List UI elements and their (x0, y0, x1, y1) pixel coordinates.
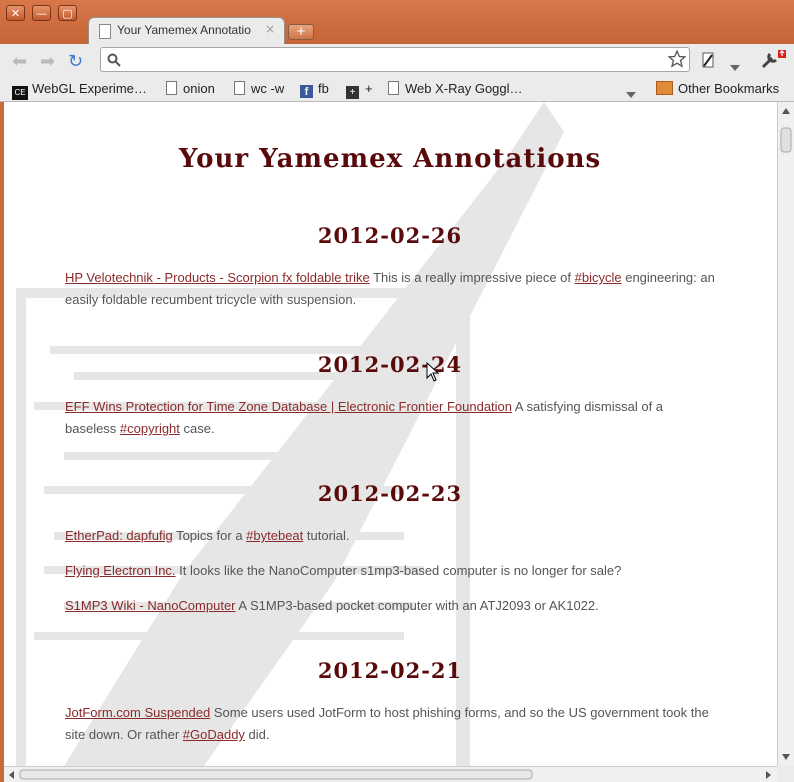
tag-link[interactable]: #GoDaddy (183, 727, 245, 742)
bookmark-label: WebGL Experime… (32, 81, 147, 96)
entry-link[interactable]: S1MP3 Wiki - NanoComputer (65, 598, 236, 613)
other-bookmarks[interactable]: Other Bookmarks (656, 81, 779, 96)
page-menu-icon[interactable] (700, 52, 716, 72)
date-heading: 2012-02-23 (317, 481, 463, 506)
minimize-window-button[interactable]: — (32, 5, 51, 21)
new-tab-button[interactable]: + (288, 24, 314, 40)
entry-link[interactable]: HP Velotechnik - Products - Scorpion fx … (65, 270, 370, 285)
date-heading: 2012-02-26 (317, 223, 463, 248)
maximize-window-button[interactable]: ▢ (58, 5, 77, 21)
reload-icon[interactable]: ↻ (68, 51, 83, 72)
list-item: HP Velotechnik - Products - Scorpion fx … (65, 267, 715, 311)
title-bar: ✕ — ▢ Your Yamemex Annotatio × + (0, 0, 794, 44)
tag-link[interactable]: #bytebeat (246, 528, 303, 543)
bookmark-fb[interactable]: f fb (300, 81, 329, 98)
page-icon (99, 24, 111, 39)
bookmark-web-xray[interactable]: Web X-Ray Goggl… (388, 81, 523, 96)
entry-link[interactable]: EFF Wins Protection for Time Zone Databa… (65, 399, 512, 414)
page-content: Your Yamemex Annotations 2012-02-26 HP V… (4, 102, 777, 766)
search-icon (107, 52, 121, 71)
entry-text: A S1MP3-based pocket computer with an AT… (235, 598, 599, 613)
mouse-pointer-icon (426, 361, 440, 386)
entry-text: Topics for a (172, 528, 247, 543)
tab-active[interactable]: Your Yamemex Annotatio × (88, 17, 285, 44)
bookmarks-bar: CE WebGL Experime… onion wc -w f fb + + Web… (0, 76, 794, 102)
page-icon (166, 81, 177, 95)
ce-icon: CE (12, 86, 28, 100)
bookmark-label: + (365, 81, 373, 96)
facebook-icon: f (300, 85, 313, 98)
tab-close-icon[interactable]: × (265, 22, 275, 36)
date-heading: 2012-02-24 (317, 352, 463, 377)
page-title: Your Yamemex Annotations (178, 144, 602, 174)
list-item: S1MP3 Wiki - NanoComputer A S1MP3-based … (65, 595, 715, 617)
list-item: JotForm.com Suspended Some users used Jo… (65, 702, 715, 746)
wrench-icon[interactable] (760, 50, 786, 74)
list-item: EFF Wins Protection for Time Zone Databa… (65, 396, 715, 440)
scrollbar-corner (777, 766, 794, 782)
entry-link[interactable]: Flying Electron Inc. (65, 563, 176, 578)
list-item: Flying Electron Inc. It looks like the N… (65, 560, 715, 582)
entry-link[interactable]: JotForm.com Suspended (65, 705, 210, 720)
horizontal-scrollbar[interactable] (4, 766, 777, 782)
address-bar[interactable] (100, 47, 690, 72)
page-icon (388, 81, 399, 95)
tag-link[interactable]: #copyright (120, 421, 180, 436)
browser-window: ✕ — ▢ Your Yamemex Annotatio × + ⬅ ➡ ↻ C… (0, 0, 794, 782)
folder-icon (656, 81, 673, 95)
entry-link[interactable]: EtherPad: dapfufig (65, 528, 173, 543)
chevron-down-icon[interactable] (730, 56, 740, 75)
bookmark-label: wc -w (251, 81, 285, 96)
bookmark-label: onion (183, 81, 215, 96)
bookmark-plus[interactable]: + + (346, 81, 373, 99)
star-icon[interactable] (667, 49, 687, 72)
entry-text: tutorial. (303, 528, 350, 543)
plus-icon: + (346, 86, 359, 99)
bookmarks-overflow-chevron-icon[interactable] (626, 86, 636, 101)
bookmark-wc-w[interactable]: wc -w (234, 81, 284, 96)
other-bookmarks-label: Other Bookmarks (678, 81, 780, 96)
page-icon (234, 81, 245, 95)
entry-text: This is a really impressive piece of (369, 270, 575, 285)
close-window-button[interactable]: ✕ (6, 5, 25, 21)
vertical-scrollbar[interactable] (777, 102, 794, 766)
date-heading: 2012-02-21 (317, 658, 463, 683)
tab-title: Your Yamemex Annotatio (117, 23, 251, 37)
entry-text: It looks like the NanoComputer s1mp3-bas… (175, 563, 622, 578)
forward-arrow-icon[interactable]: ➡ (40, 51, 55, 72)
entry-text: case. (179, 421, 215, 436)
bookmark-onion[interactable]: onion (166, 81, 215, 96)
bookmark-label: Web X-Ray Goggl… (405, 81, 523, 96)
list-item: EtherPad: dapfufig Topics for a #bytebea… (65, 525, 715, 547)
bookmark-label: fb (318, 81, 329, 96)
tag-link[interactable]: #bicycle (575, 270, 622, 285)
entry-text: did. (244, 727, 270, 742)
back-arrow-icon[interactable]: ⬅ (12, 51, 27, 72)
bookmark-webgl[interactable]: CE WebGL Experime… (12, 81, 147, 100)
